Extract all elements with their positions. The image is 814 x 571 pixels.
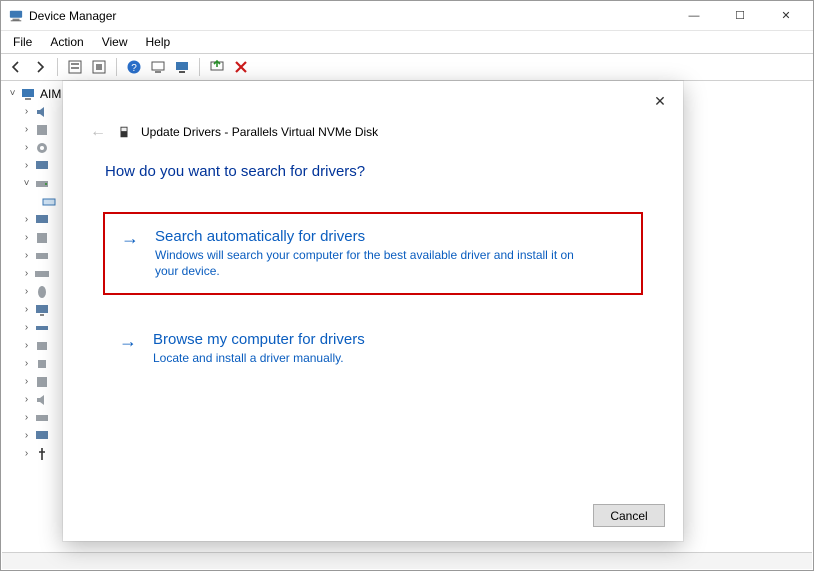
twisty-collapsed-icon[interactable]: › <box>21 265 32 283</box>
update-drivers-dialog: ✕ ← Update Drivers - Parallels Virtual N… <box>63 81 683 541</box>
menubar: File Action View Help <box>1 31 813 53</box>
computer-icon <box>20 86 36 102</box>
tree-root-label: AIM <box>40 85 61 103</box>
toolbar-separator <box>116 58 117 76</box>
dialog-close-button[interactable]: ✕ <box>645 89 675 113</box>
dialog-buttons: Cancel <box>593 504 665 527</box>
twisty-collapsed-icon[interactable]: › <box>21 229 32 247</box>
twisty-collapsed-icon[interactable]: › <box>21 373 32 391</box>
monitors-icon <box>34 302 50 318</box>
disable-device-icon[interactable] <box>173 58 191 76</box>
twisty-expanded-icon[interactable]: ˅ <box>7 85 18 103</box>
computer-node-icon <box>34 158 50 174</box>
properties-icon[interactable] <box>66 58 84 76</box>
arrow-right-icon: → <box>117 332 139 350</box>
twisty-collapsed-icon[interactable]: › <box>21 121 32 139</box>
close-button[interactable]: ✕ <box>763 2 809 30</box>
uninstall-device-icon[interactable] <box>208 58 226 76</box>
option-description: Windows will search your computer for th… <box>155 247 575 279</box>
arrow-right-icon: → <box>119 229 141 247</box>
cancel-action-icon[interactable] <box>232 58 250 76</box>
twisty-collapsed-icon[interactable]: › <box>21 409 32 427</box>
bluetooth-icon <box>34 122 50 138</box>
option-body: Browse my computer for drivers Locate an… <box>153 331 365 366</box>
twisty-collapsed-icon[interactable]: › <box>21 445 32 463</box>
twisty-collapsed-icon[interactable]: › <box>21 319 32 337</box>
option-title: Browse my computer for drivers <box>153 331 365 348</box>
dialog-title: Update Drivers - Parallels Virtual NVMe … <box>141 125 378 139</box>
option-search-automatically[interactable]: → Search automatically for drivers Windo… <box>103 212 643 295</box>
display-adapters-icon <box>34 212 50 228</box>
minimize-button[interactable]: — <box>671 2 717 30</box>
network-icon <box>34 320 50 336</box>
dialog-header: ← Update Drivers - Parallels Virtual NVM… <box>63 81 683 145</box>
option-body: Search automatically for drivers Windows… <box>155 228 575 279</box>
ide-controllers-icon <box>34 248 50 264</box>
camera-icon <box>34 140 50 156</box>
option-description: Locate and install a driver manually. <box>153 350 365 366</box>
statusbar <box>2 552 812 569</box>
toolbar-separator <box>199 58 200 76</box>
usb-icon <box>34 446 50 462</box>
menu-view[interactable]: View <box>94 33 138 51</box>
menu-help[interactable]: Help <box>138 33 181 51</box>
menu-file[interactable]: File <box>5 33 42 51</box>
twisty-collapsed-icon[interactable]: › <box>21 355 32 373</box>
mouse-icon <box>34 284 50 300</box>
twisty-collapsed-icon[interactable]: › <box>21 103 32 121</box>
software-devices-icon <box>34 374 50 390</box>
dialog-question: How do you want to search for drivers? <box>63 145 683 190</box>
twisty-expanded-icon[interactable]: ˅ <box>21 175 32 193</box>
sound-icon <box>34 392 50 408</box>
storage-icon <box>34 410 50 426</box>
disk-device-icon <box>117 125 131 139</box>
twisty-collapsed-icon[interactable]: › <box>21 337 32 355</box>
toolbar-separator <box>57 58 58 76</box>
window-title: Device Manager <box>29 9 116 23</box>
twisty-collapsed-icon[interactable]: › <box>21 301 32 319</box>
twisty-collapsed-icon[interactable]: › <box>21 427 32 445</box>
disk-icon <box>41 194 57 210</box>
processors-icon <box>34 356 50 372</box>
maximize-button[interactable]: ☐ <box>717 2 763 30</box>
disk-drives-icon <box>34 176 50 192</box>
dialog-back-button[interactable]: ← <box>89 123 107 141</box>
cancel-button[interactable]: Cancel <box>593 504 665 527</box>
twisty-collapsed-icon[interactable]: › <box>21 211 32 229</box>
scan-hardware-icon[interactable] <box>90 58 108 76</box>
audio-icon <box>34 104 50 120</box>
caption-buttons: — ☐ ✕ <box>671 2 809 30</box>
twisty-collapsed-icon[interactable]: › <box>21 139 32 157</box>
toolbar: ? <box>1 53 813 81</box>
system-devices-icon <box>34 428 50 444</box>
menu-action[interactable]: Action <box>42 33 93 51</box>
twisty-collapsed-icon[interactable]: › <box>21 283 32 301</box>
twisty-collapsed-icon[interactable]: › <box>21 157 32 175</box>
twisty-collapsed-icon[interactable]: › <box>21 391 32 409</box>
titlebar: Device Manager — ☐ ✕ <box>1 1 813 31</box>
option-browse-computer[interactable]: → Browse my computer for drivers Locate … <box>103 317 643 380</box>
keyboard-icon <box>34 266 50 282</box>
svg-text:?: ? <box>131 63 137 74</box>
titlebar-left: Device Manager <box>9 9 116 23</box>
print-queues-icon <box>34 338 50 354</box>
help-icon[interactable]: ? <box>125 58 143 76</box>
hid-icon <box>34 230 50 246</box>
forward-icon[interactable] <box>31 58 49 76</box>
twisty-collapsed-icon[interactable]: › <box>21 247 32 265</box>
back-icon[interactable] <box>7 58 25 76</box>
option-title: Search automatically for drivers <box>155 228 575 245</box>
device-manager-icon <box>9 9 23 23</box>
update-driver-icon[interactable] <box>149 58 167 76</box>
